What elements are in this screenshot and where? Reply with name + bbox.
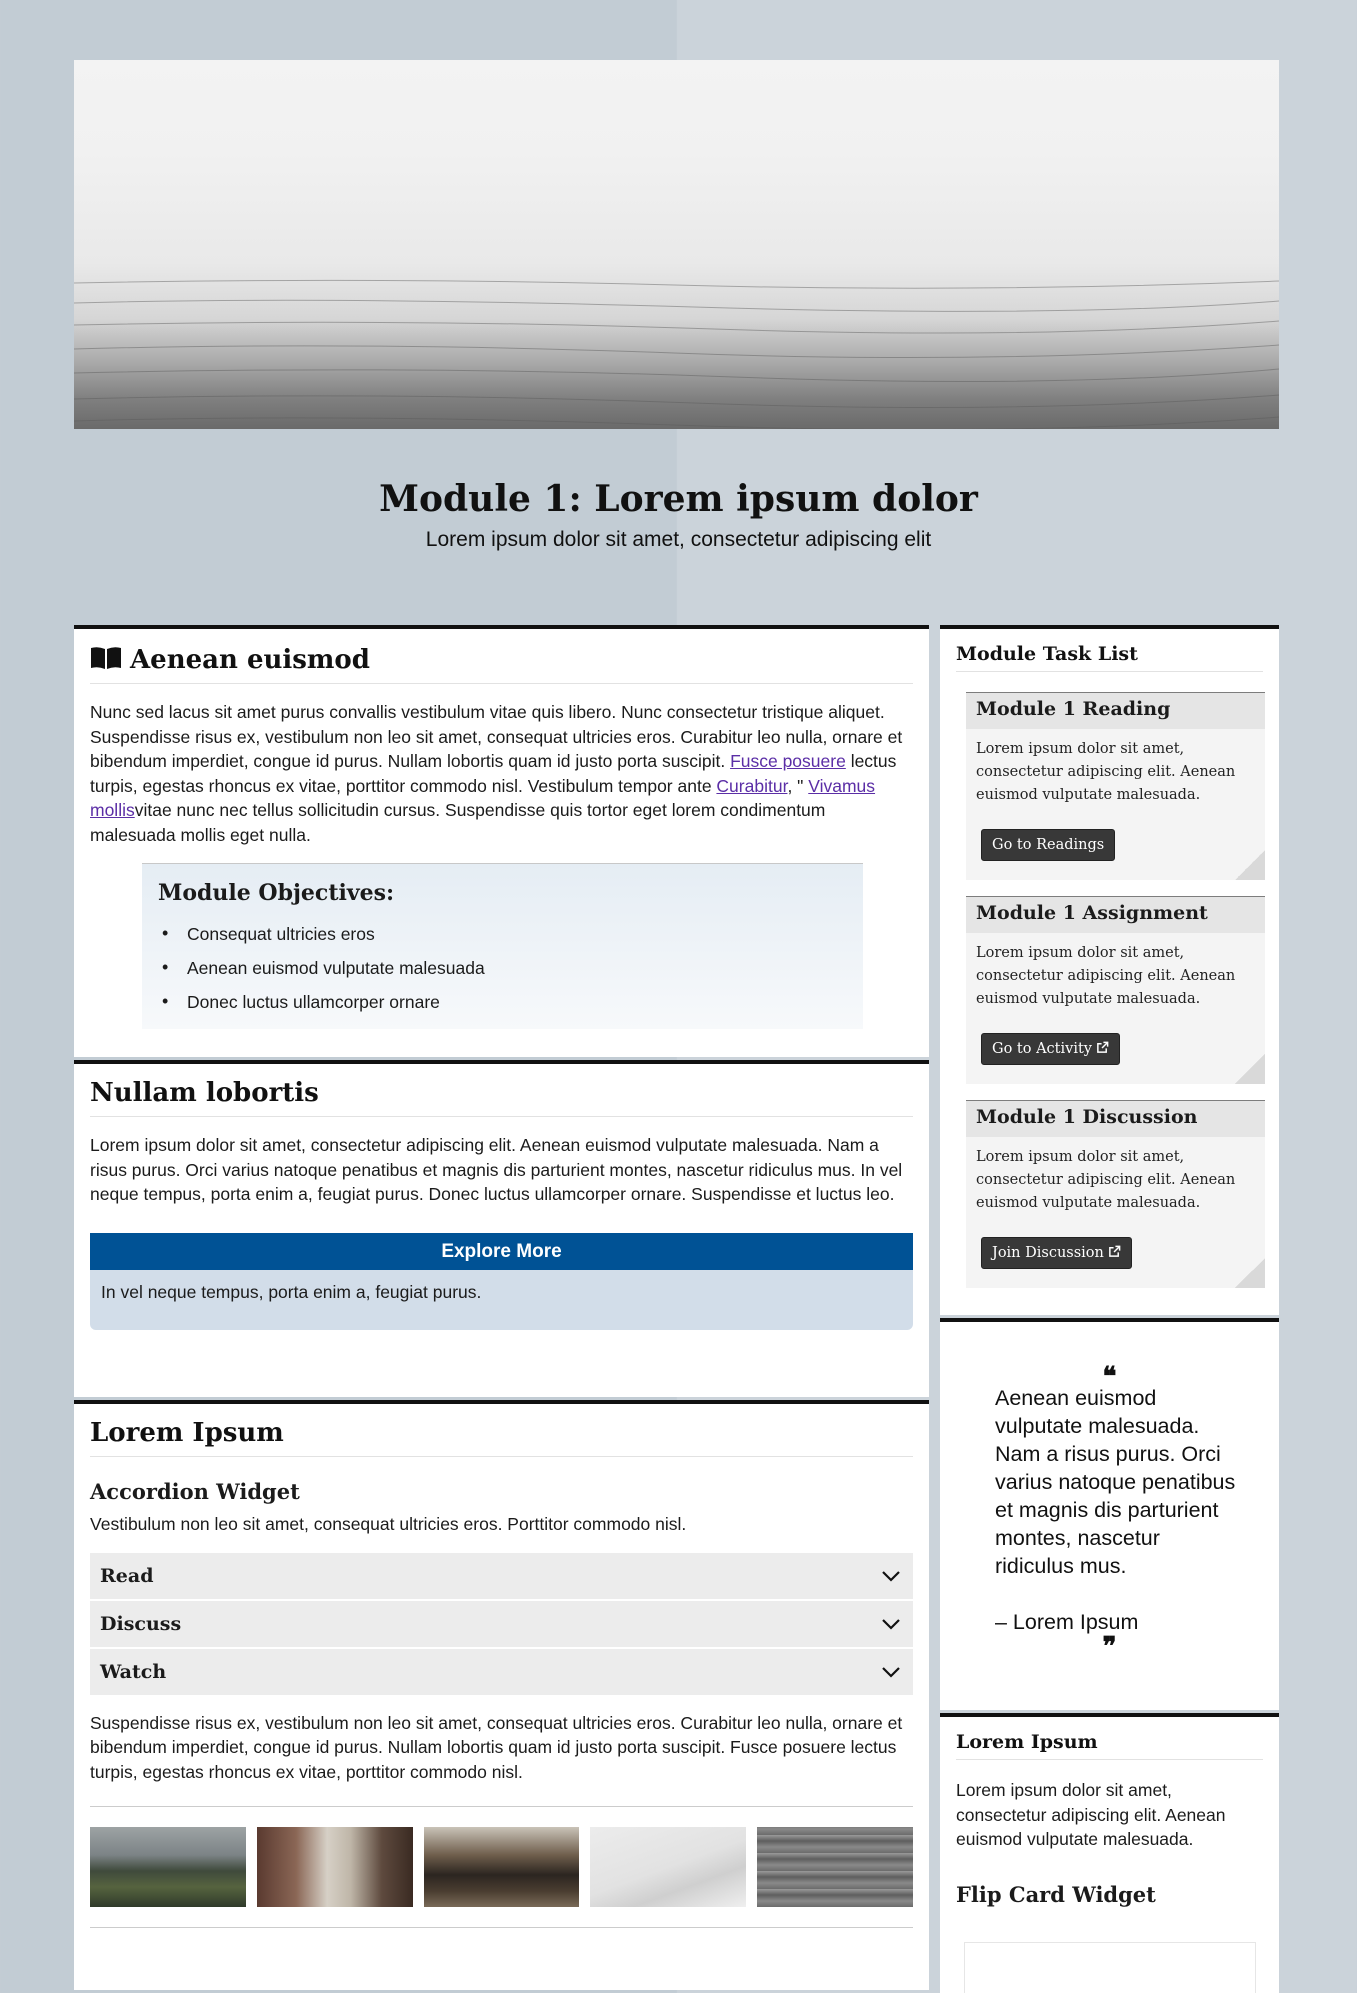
gallery-image[interactable] <box>590 1827 747 1907</box>
external-link-icon <box>1109 1245 1121 1257</box>
hero-image <box>74 60 1279 429</box>
close-quote-icon: ❞ <box>1102 1632 1117 1662</box>
chevron-down-icon <box>882 1618 900 1630</box>
go-to-activity-button[interactable]: Go to Activity <box>981 1033 1120 1065</box>
explore-more-header[interactable]: Explore More <box>90 1232 913 1270</box>
intro-paragraph: Nunc sed lacus sit amet purus convallis … <box>90 702 903 845</box>
section3-paragraph: Suspendisse risus ex, vestibulum non leo… <box>90 1712 903 1782</box>
page-curl-decoration <box>1235 850 1265 880</box>
module-task-list: Module Task List Module 1 Reading Lorem … <box>940 625 1279 1315</box>
go-to-readings-button[interactable]: Go to Readings <box>981 829 1116 861</box>
gallery-image[interactable] <box>757 1827 913 1907</box>
module-objectives: Module Objectives: Consequat ultricies e… <box>142 863 863 1029</box>
task-list-heading: Module Task List <box>956 643 1263 672</box>
objective-item: Consequat ultricies eros <box>162 923 847 945</box>
task-title: Module 1 Reading <box>966 693 1265 729</box>
objectives-heading: Module Objectives: <box>158 880 395 906</box>
link-curabitur[interactable]: Curabitur <box>716 776 787 796</box>
objective-item: Aenean euismod vulputate malesuada <box>162 957 847 979</box>
sidebar-lorem-text: Lorem ipsum dolor sit amet, consectetur … <box>956 1780 1226 1849</box>
task-card-discussion: Module 1 Discussion Lorem ipsum dolor si… <box>966 1100 1265 1288</box>
task-title: Module 1 Discussion <box>966 1101 1265 1137</box>
task-card-reading: Module 1 Reading Lorem ipsum dolor sit a… <box>966 692 1265 880</box>
gallery-image[interactable] <box>423 1827 580 1907</box>
quote-card: ❝ Aenean euismod vulputate malesuada. Na… <box>940 1318 1279 1710</box>
flip-card[interactable] <box>964 1942 1256 1993</box>
flip-card-widget-title: Flip Card Widget <box>956 1881 1156 1907</box>
task-text: Lorem ipsum dolor sit amet, consectetur … <box>976 945 1236 1007</box>
objective-item: Donec luctus ullamcorper ornare <box>162 991 847 1013</box>
accordion-intro: Vestibulum non leo sit amet, consequat u… <box>90 1514 687 1534</box>
lorem-ipsum-card: Lorem Ipsum Accordion Widget Vestibulum … <box>74 1400 929 1990</box>
join-discussion-button[interactable]: Join Discussion <box>981 1237 1132 1269</box>
section2-paragraph: Lorem ipsum dolor sit amet, consectetur … <box>90 1135 903 1204</box>
page-curl-decoration <box>1235 1258 1265 1288</box>
gallery-image[interactable] <box>90 1827 246 1907</box>
accordion-item-watch[interactable]: Watch <box>90 1648 913 1697</box>
page-curl-decoration <box>1235 1054 1265 1084</box>
page-subtitle: Lorem ipsum dolor sit amet, consectetur … <box>425 528 932 551</box>
accordion-item-read[interactable]: Read <box>90 1552 913 1601</box>
task-title: Module 1 Assignment <box>966 897 1265 933</box>
section3-heading: Lorem Ipsum <box>90 1418 913 1457</box>
section2-heading: Nullam lobortis <box>90 1078 913 1117</box>
accordion: Read Discuss Watch <box>90 1552 913 1697</box>
page-title: Module 1: Lorem ipsum dolor <box>379 478 978 520</box>
task-text: Lorem ipsum dolor sit amet, consectetur … <box>976 741 1236 803</box>
intro-heading: Aenean euismod <box>90 645 913 684</box>
book-icon <box>91 647 121 669</box>
task-text: Lorem ipsum dolor sit amet, consectetur … <box>976 1149 1236 1211</box>
link-fusce-posuere[interactable]: Fusce posuere <box>730 751 846 771</box>
chevron-down-icon <box>882 1570 900 1582</box>
gallery-image[interactable] <box>256 1827 413 1907</box>
sidebar-lorem-heading: Lorem Ipsum <box>956 1731 1263 1760</box>
intro-card: Aenean euismod Nunc sed lacus sit amet p… <box>74 625 929 1057</box>
external-link-icon <box>1097 1041 1109 1053</box>
chevron-down-icon <box>882 1666 900 1678</box>
accordion-widget-title: Accordion Widget <box>90 1479 300 1504</box>
explore-more-body: In vel neque tempus, porta enim a, feugi… <box>90 1269 913 1330</box>
nullam-card: Nullam lobortis Lorem ipsum dolor sit am… <box>74 1060 929 1397</box>
task-card-assignment: Module 1 Assignment Lorem ipsum dolor si… <box>966 896 1265 1084</box>
quote-text: Aenean euismod vulputate malesuada. Nam … <box>995 1386 1236 1578</box>
image-gallery <box>90 1806 913 1928</box>
sidebar-lorem-card: Lorem Ipsum Lorem ipsum dolor sit amet, … <box>940 1713 1279 1993</box>
accordion-item-discuss[interactable]: Discuss <box>90 1600 913 1649</box>
